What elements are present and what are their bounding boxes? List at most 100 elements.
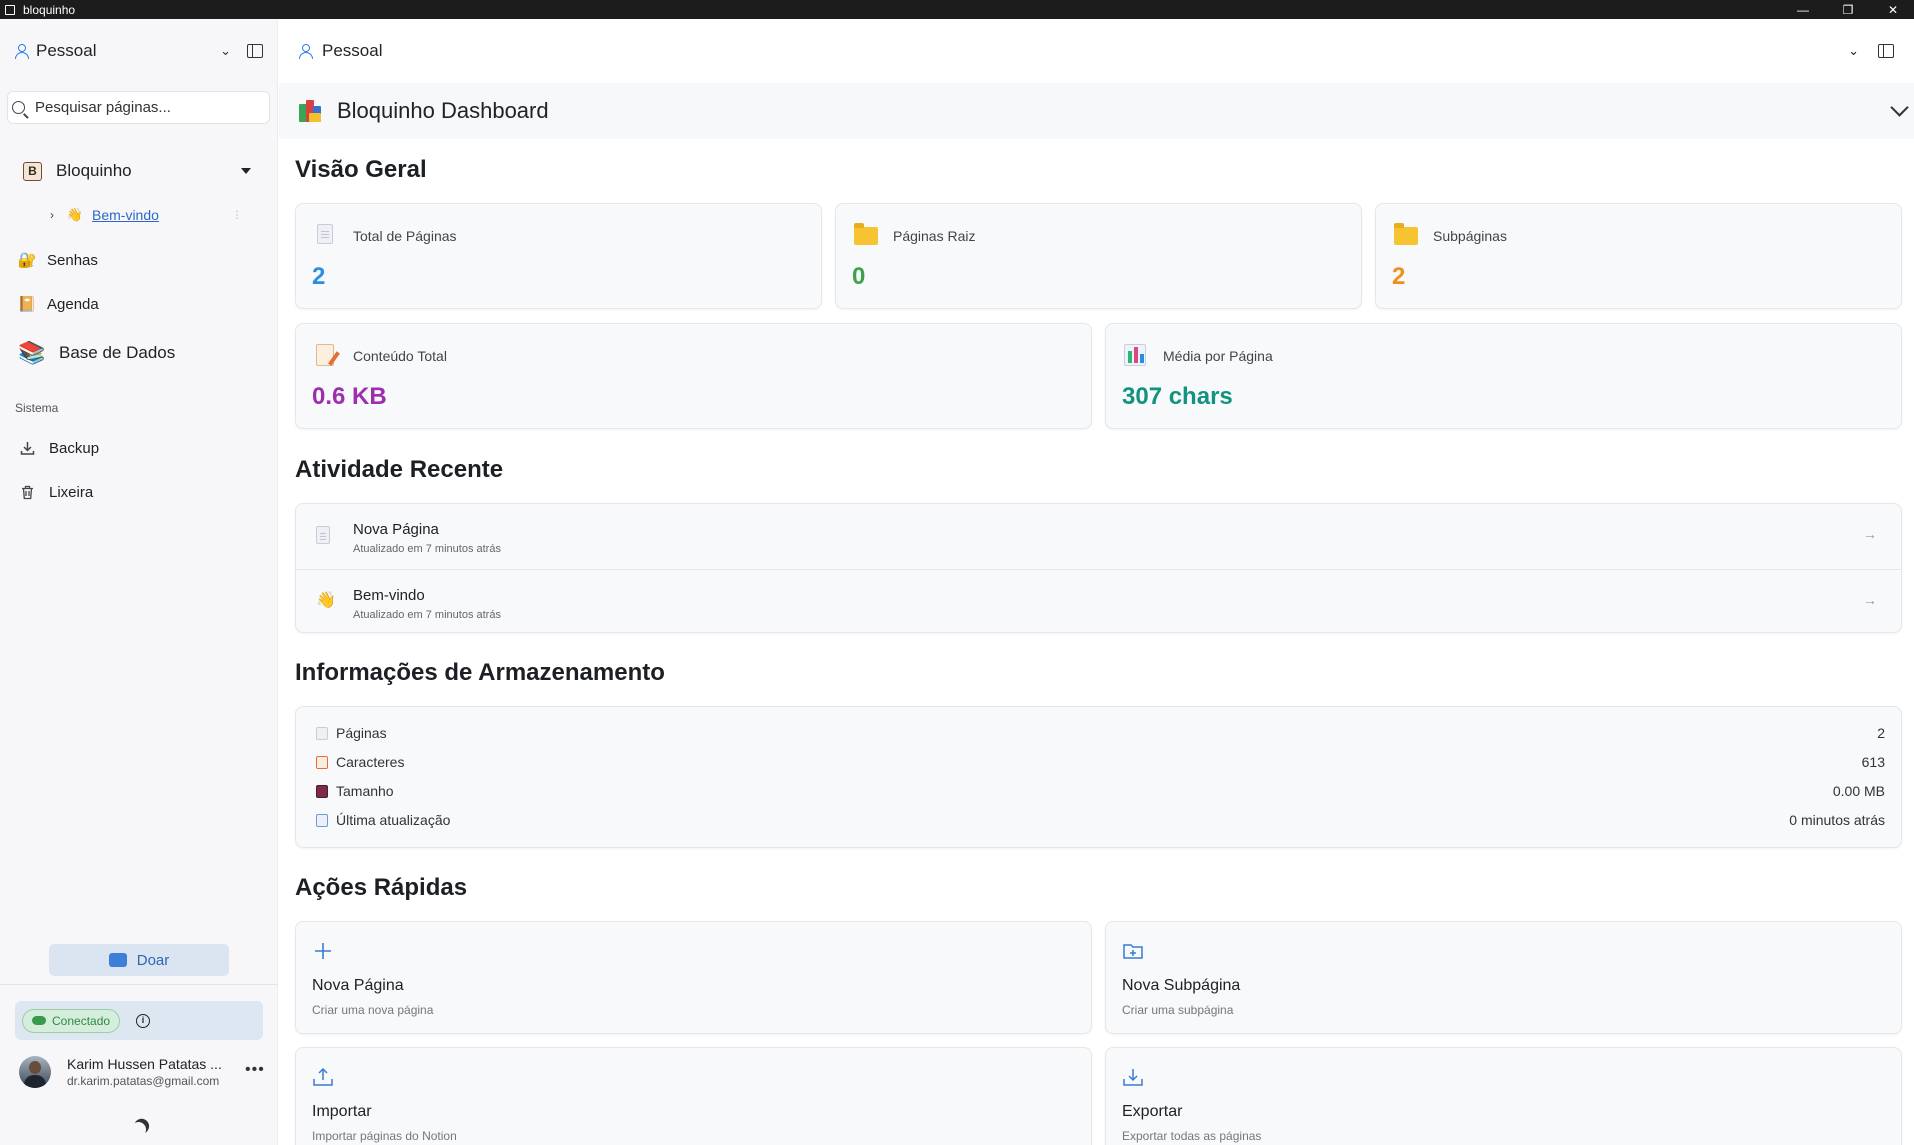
quick-action-title: Nova Página — [312, 977, 404, 994]
workspace-selector[interactable]: Pessoal ⌄ — [14, 39, 263, 63]
activity-subtitle: Atualizado em 7 minutos atrás — [353, 609, 501, 621]
close-button[interactable]: ✕ — [1873, 0, 1913, 19]
main-content: Pessoal ⌄ Bloquinho Dashboard Visão Gera… — [279, 19, 1914, 1145]
upload-icon — [313, 1067, 333, 1086]
connection-status-badge[interactable]: Conectado — [22, 1008, 121, 1033]
sidebar-item-base-de-dados[interactable]: 📚 Base de Dados — [0, 339, 278, 367]
sidebar-item-bloquinho[interactable]: B Bloquinho — [0, 156, 278, 186]
sidebar-item-agenda[interactable]: 📔 Agenda — [0, 293, 278, 315]
plus-icon — [315, 943, 331, 959]
quick-action-nova-pagina[interactable]: Nova Página Criar uma nova página — [295, 921, 1092, 1034]
window-titlebar: bloquinho — ❐ ✕ — [0, 0, 1914, 19]
folder-plus-icon — [1123, 944, 1143, 959]
arrow-right-icon[interactable]: → — [1863, 526, 1877, 542]
app-icon — [5, 4, 15, 15]
search-icon — [12, 101, 25, 114]
storage-label: Caracteres — [336, 754, 405, 770]
chevron-down-icon[interactable] — [1890, 98, 1909, 117]
panel-toggle-icon[interactable] — [1878, 44, 1894, 58]
stat-card-conteudo-total: Conteúdo Total 0.6 KB — [295, 323, 1092, 429]
cloud-check-icon — [32, 1016, 46, 1025]
more-options-icon[interactable]: ••• — [245, 1061, 265, 1079]
stat-value: 0.6 KB — [312, 383, 387, 410]
moon-icon[interactable] — [129, 1120, 148, 1139]
restore-button[interactable]: ❐ — [1828, 0, 1868, 19]
bar-chart-icon — [1124, 344, 1146, 366]
chevron-right-icon[interactable]: › — [50, 208, 54, 222]
user-name: Karim Hussen Patatas ... — [67, 1056, 222, 1072]
sidebar-toggle-icon[interactable] — [247, 44, 263, 58]
donate-label: Doar — [136, 951, 170, 969]
sidebar-item-backup[interactable]: Backup — [0, 437, 278, 459]
sidebar-item-senhas[interactable]: 🔐 Senhas — [0, 249, 278, 271]
user-icon — [14, 44, 29, 59]
sidebar-item-label: Bloquinho — [56, 161, 132, 180]
quick-action-subtitle: Exportar todas as páginas — [1122, 1129, 1262, 1143]
stat-card-media-por-pagina: Média por Página 307 chars — [1105, 323, 1902, 429]
trash-icon — [22, 485, 33, 499]
stat-label: Subpáginas — [1433, 228, 1507, 244]
quick-action-importar[interactable]: Importar Importar páginas do Notion — [295, 1047, 1092, 1145]
activity-title: Nova Página — [353, 521, 439, 538]
quick-action-subtitle: Criar uma subpágina — [1122, 1003, 1234, 1017]
quick-action-title: Importar — [312, 1103, 372, 1120]
page-icon — [316, 526, 330, 544]
storage-value: 0.00 MB — [1832, 783, 1885, 799]
storage-row: Última atualização 0 minutos atrás — [296, 806, 1901, 835]
quick-action-nova-subpagina[interactable]: Nova Subpágina Criar uma subpágina — [1105, 921, 1902, 1034]
calendar-icon — [316, 814, 328, 827]
sidebar-section-title: Sistema — [15, 401, 59, 415]
dashboard-header[interactable]: Bloquinho Dashboard — [279, 83, 1914, 139]
stat-value: 2 — [1392, 263, 1406, 290]
minimize-button[interactable]: — — [1783, 0, 1823, 19]
search-input[interactable] — [35, 99, 255, 116]
stat-value: 0 — [852, 263, 866, 290]
donate-button[interactable]: Doar — [49, 944, 229, 976]
books-icon: 📚 — [18, 340, 46, 365]
list-item[interactable]: 👋 Bem-vindo Atualizado em 7 minutos atrá… — [296, 569, 1901, 632]
workspace-name[interactable]: Pessoal — [322, 41, 382, 61]
memo-icon — [314, 344, 336, 366]
stat-label: Conteúdo Total — [353, 348, 447, 364]
chevron-down-icon[interactable]: ⌄ — [1848, 43, 1859, 59]
window-title: bloquinho — [23, 2, 76, 17]
more-vertical-icon[interactable]: ⋮ — [232, 210, 242, 221]
sidebar-item-lixeira[interactable]: Lixeira — [0, 481, 278, 503]
sidebar-item-bem-vindo[interactable]: › 👋 Bem-vindo ⋮ — [0, 205, 278, 225]
avatar[interactable] — [19, 1056, 51, 1088]
activity-subtitle: Atualizado em 7 minutos atrás — [353, 543, 501, 555]
chevron-down-icon[interactable]: ⌄ — [220, 43, 231, 59]
stat-label: Total de Páginas — [353, 228, 457, 244]
notebook-icon: 📔 — [17, 296, 37, 313]
dashboard-title: Bloquinho Dashboard — [337, 98, 549, 123]
storage-value: 613 — [1861, 754, 1885, 770]
donate-hand-icon — [108, 953, 127, 967]
stat-label: Páginas Raiz — [893, 228, 976, 244]
waving-hand-icon: 👋 — [66, 207, 84, 222]
caret-down-icon[interactable] — [241, 168, 251, 174]
stat-card-subpaginas: Subpáginas 2 — [1375, 203, 1902, 309]
search-box[interactable] — [7, 91, 270, 124]
arrow-right-icon[interactable]: → — [1863, 592, 1877, 608]
download-icon — [1123, 1069, 1143, 1086]
sidebar-item-label: Base de Dados — [59, 343, 176, 362]
sidebar-item-label: Senhas — [47, 251, 98, 269]
sidebar-item-label[interactable]: Bem-vindo — [92, 207, 232, 223]
list-item[interactable]: Nova Página Atualizado em 7 minutos atrá… — [296, 504, 1901, 568]
stat-value: 307 chars — [1122, 383, 1233, 410]
storage-info-panel: Páginas 2 Caracteres 613 Tamanho 0.00 MB… — [295, 706, 1902, 848]
storage-row: Páginas 2 — [296, 719, 1901, 748]
folder-icon — [854, 223, 878, 246]
storage-value: 0 minutos atrás — [1789, 812, 1885, 828]
storage-heading: Informações de Armazenamento — [295, 659, 665, 686]
storage-label: Última atualização — [336, 812, 451, 828]
info-icon[interactable]: i — [136, 1013, 151, 1028]
sidebar-item-label: Lixeira — [49, 483, 94, 501]
quick-action-title: Nova Subpágina — [1122, 977, 1241, 994]
quick-action-exportar[interactable]: Exportar Exportar todas as páginas — [1105, 1047, 1902, 1145]
stat-label: Média por Página — [1163, 348, 1273, 364]
sidebar-item-label: Agenda — [47, 295, 99, 313]
sidebar-item-label: Backup — [49, 439, 100, 457]
quick-action-subtitle: Criar uma nova página — [312, 1003, 434, 1017]
open-folder-icon — [1394, 223, 1418, 246]
